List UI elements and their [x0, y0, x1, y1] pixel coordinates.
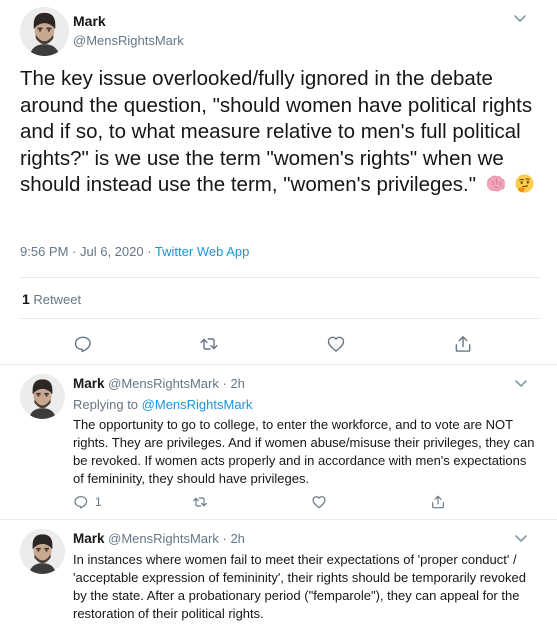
share-icon[interactable] [430, 494, 446, 510]
chevron-down-icon[interactable] [513, 14, 527, 24]
retweet-label: Retweet [33, 292, 82, 307]
meta-separator: · [68, 244, 80, 259]
chevron-down-icon[interactable] [514, 379, 528, 389]
main-tweet: Mark @MensRightsMark The key issue overl… [0, 0, 557, 365]
reply-text: The opportunity to go to college, to ent… [73, 417, 535, 486]
retweet-count: 1 [22, 291, 30, 307]
meta-separator: · [143, 244, 155, 259]
retweet-stats[interactable]: 1 Retweet [22, 291, 81, 307]
replying-to-link[interactable]: @MensRightsMark [142, 397, 253, 412]
divider [20, 318, 540, 319]
author-name[interactable]: Mark [73, 376, 105, 391]
author-handle[interactable]: @MensRightsMark [108, 376, 219, 391]
reply-text: In instances where women fail to meet th… [73, 552, 526, 621]
tweet-date[interactable]: Jul 6, 2020 [80, 244, 144, 259]
tweet-time[interactable]: · 2h [223, 376, 245, 391]
reply-tweet[interactable]: Mark @MensRightsMark · 2h In instances w… [0, 521, 557, 627]
tweet-time[interactable]: · 2h [223, 531, 245, 546]
author-handle[interactable]: @MensRightsMark [73, 33, 184, 48]
replying-to: Replying to @MensRightsMark [73, 397, 252, 412]
reply-tweet[interactable]: Mark @MensRightsMark · 2h Replying to @M… [0, 366, 557, 520]
chevron-down-icon[interactable] [514, 534, 528, 544]
share-icon[interactable] [453, 334, 473, 354]
retweet-icon[interactable] [199, 334, 219, 354]
tweet-source[interactable]: Twitter Web App [155, 244, 249, 259]
reply-icon[interactable] [73, 334, 93, 354]
tweet-text: The key issue overlooked/fully ignored i… [20, 66, 540, 199]
replying-prefix: Replying to [73, 397, 139, 412]
brain-emoji [486, 175, 505, 192]
reply-count: 1 [95, 495, 102, 509]
divider [20, 277, 540, 278]
tweet-body: The key issue overlooked/fully ignored i… [20, 67, 533, 196]
retweet-icon[interactable] [192, 494, 208, 510]
reply-header: Mark @MensRightsMark · 2h [73, 376, 245, 391]
avatar[interactable] [20, 7, 69, 56]
author-name[interactable]: Mark [73, 13, 106, 29]
reply-icon[interactable] [73, 494, 89, 510]
tweet-meta: 9:56 PM · Jul 6, 2020 · Twitter Web App [20, 244, 249, 259]
like-icon[interactable] [326, 334, 346, 354]
thinking-face-emoji [515, 174, 535, 193]
author-name[interactable]: Mark [73, 531, 105, 546]
reply-header: Mark @MensRightsMark · 2h [73, 531, 245, 546]
author-handle[interactable]: @MensRightsMark [108, 531, 219, 546]
avatar[interactable] [20, 374, 65, 419]
like-icon[interactable] [311, 494, 327, 510]
avatar[interactable] [20, 529, 65, 574]
tweet-time[interactable]: 9:56 PM [20, 244, 68, 259]
